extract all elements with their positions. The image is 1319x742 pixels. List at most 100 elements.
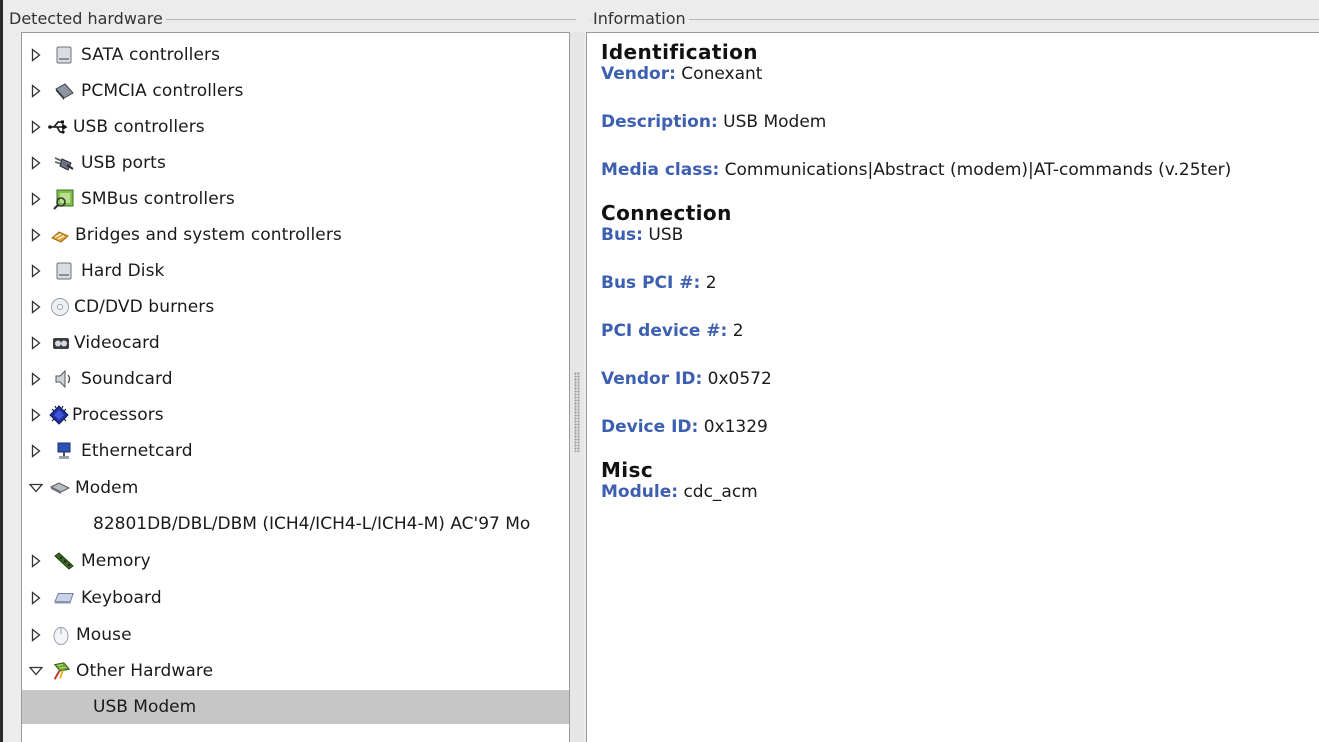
expand-arrow-icon[interactable]: [29, 627, 43, 643]
tree-item-label: Modem: [75, 478, 139, 498]
tree-child-label: 82801DB/DBL/DBM (ICH4/ICH4-L/ICH4-M) AC'…: [93, 514, 531, 534]
processor-icon: [48, 404, 70, 426]
modem-icon: [49, 477, 71, 499]
collapse-arrow-icon[interactable]: [29, 663, 43, 679]
identification-heading: Identification: [601, 40, 758, 64]
videocard-icon: [50, 332, 72, 354]
vendor-id-value: 0x0572: [707, 369, 772, 389]
tree-item-keyboard[interactable]: Keyboard: [22, 581, 569, 615]
tree-item-label: Bridges and system controllers: [75, 225, 342, 245]
tree-item-label: USB ports: [81, 153, 166, 173]
bridge-icon: [49, 224, 71, 246]
keyboard-icon: [53, 587, 75, 609]
expand-arrow-icon[interactable]: [29, 191, 43, 207]
usb-symbol-icon: [47, 116, 69, 138]
ethernet-icon: [53, 440, 75, 462]
expand-arrow-icon[interactable]: [29, 299, 43, 315]
pci-device-field: PCI device #: 2: [601, 320, 1314, 342]
information-panel: Identification Vendor: Conexant Descript…: [586, 32, 1319, 742]
tree-item-usb-controllers[interactable]: USB controllers: [22, 110, 569, 144]
vendor-id-key: Vendor ID:: [601, 369, 703, 389]
module-field: Module: cdc_acm: [601, 481, 1314, 503]
expand-arrow-icon[interactable]: [29, 335, 43, 351]
tree-item-label: Ethernetcard: [81, 441, 193, 461]
tree-item-label: PCMCIA controllers: [81, 81, 244, 101]
tree-item-label: Processors: [72, 405, 164, 425]
tree-item-label: Other Hardware: [76, 661, 214, 681]
expand-arrow-icon[interactable]: [29, 47, 43, 63]
speaker-icon: [53, 368, 75, 390]
module-value: cdc_acm: [683, 482, 758, 502]
expand-arrow-icon[interactable]: [29, 227, 43, 243]
bus-pci-key: Bus PCI #:: [601, 273, 701, 293]
tree-item-usb-ports[interactable]: USB ports: [22, 146, 569, 180]
tree-child-usb-modem[interactable]: USB Modem: [22, 690, 569, 724]
hardware-tree[interactable]: SATA controllers PCMCIA controllers USB …: [21, 32, 570, 742]
tree-item-label: Hard Disk: [81, 261, 165, 281]
tree-item-label: SMBus controllers: [81, 189, 235, 209]
tree-item-label: Soundcard: [81, 369, 173, 389]
vendor-value: Conexant: [681, 64, 763, 84]
expand-arrow-icon[interactable]: [29, 155, 43, 171]
description-value: USB Modem: [723, 112, 827, 132]
expand-arrow-icon[interactable]: [29, 371, 43, 387]
tree-item-processors[interactable]: Processors: [22, 398, 569, 432]
expand-arrow-icon[interactable]: [29, 553, 43, 569]
media-class-field: Media class: Communications|Abstract (mo…: [601, 159, 1314, 181]
tree-item-label: USB controllers: [73, 117, 205, 137]
expand-arrow-icon[interactable]: [29, 263, 43, 279]
left-frame-title: Detected hardware: [7, 11, 166, 27]
connection-heading: Connection: [601, 201, 732, 225]
smbus-icon: [53, 188, 75, 210]
vendor-key: Vendor:: [601, 64, 676, 84]
bus-key: Bus:: [601, 225, 643, 245]
tree-item-sata-controllers[interactable]: SATA controllers: [22, 38, 569, 72]
vendor-id-field: Vendor ID: 0x0572: [601, 368, 1314, 390]
misc-heading: Misc: [601, 458, 654, 482]
tree-item-videocard[interactable]: Videocard: [22, 326, 569, 360]
bus-pci-field: Bus PCI #: 2: [601, 272, 1314, 294]
tree-child-ac97-modem[interactable]: 82801DB/DBL/DBM (ICH4/ICH4-L/ICH4-M) AC'…: [22, 507, 569, 541]
tree-item-label: CD/DVD burners: [74, 297, 215, 317]
tree-item-memory[interactable]: Memory: [22, 544, 569, 578]
pci-device-key: PCI device #:: [601, 321, 728, 341]
expand-arrow-icon[interactable]: [29, 590, 43, 606]
other-hardware-icon: [51, 660, 73, 682]
usb-plug-icon: [53, 152, 75, 174]
tree-item-label: Memory: [81, 551, 151, 571]
tree-item-bridges[interactable]: Bridges and system controllers: [22, 218, 569, 252]
tree-item-hard-disk[interactable]: Hard Disk: [22, 254, 569, 288]
expand-arrow-icon[interactable]: [29, 83, 43, 99]
splitter-grip[interactable]: [574, 372, 580, 452]
tree-item-mouse[interactable]: Mouse: [22, 618, 569, 652]
expand-arrow-icon[interactable]: [29, 407, 43, 423]
bus-value: USB: [648, 225, 684, 245]
device-id-field: Device ID: 0x1329: [601, 416, 1314, 438]
device-id-key: Device ID:: [601, 417, 699, 437]
tree-item-label: Mouse: [76, 625, 132, 645]
bus-pci-value: 2: [705, 273, 717, 293]
collapse-arrow-icon[interactable]: [29, 480, 43, 496]
tree-item-cd-dvd-burners[interactable]: CD/DVD burners: [22, 290, 569, 324]
tree-item-other-hardware[interactable]: Other Hardware: [22, 654, 569, 688]
tree-item-modem[interactable]: Modem: [22, 471, 569, 505]
tree-item-soundcard[interactable]: Soundcard: [22, 362, 569, 396]
sata-controller-icon: [53, 44, 75, 66]
cd-dvd-icon: [49, 296, 71, 318]
bus-field: Bus: USB: [601, 224, 1314, 246]
device-id-value: 0x1329: [703, 417, 768, 437]
right-frame-line: [590, 19, 1319, 20]
media-class-value: Communications|Abstract (modem)|AT-comma…: [724, 160, 1232, 180]
hardware-config-window: Detected hardware Information SATA contr…: [0, 0, 1319, 742]
tree-item-smbus-controllers[interactable]: SMBus controllers: [22, 182, 569, 216]
module-key: Module:: [601, 482, 679, 502]
tree-item-ethernetcard[interactable]: Ethernetcard: [22, 434, 569, 468]
description-field: Description: USB Modem: [601, 111, 1314, 133]
panel-splitter[interactable]: [570, 32, 584, 742]
mouse-icon: [50, 624, 72, 646]
pcmcia-card-icon: [53, 80, 75, 102]
memory-icon: [53, 550, 75, 572]
tree-item-pcmcia-controllers[interactable]: PCMCIA controllers: [22, 74, 569, 108]
expand-arrow-icon[interactable]: [29, 443, 43, 459]
expand-arrow-icon[interactable]: [29, 119, 43, 135]
